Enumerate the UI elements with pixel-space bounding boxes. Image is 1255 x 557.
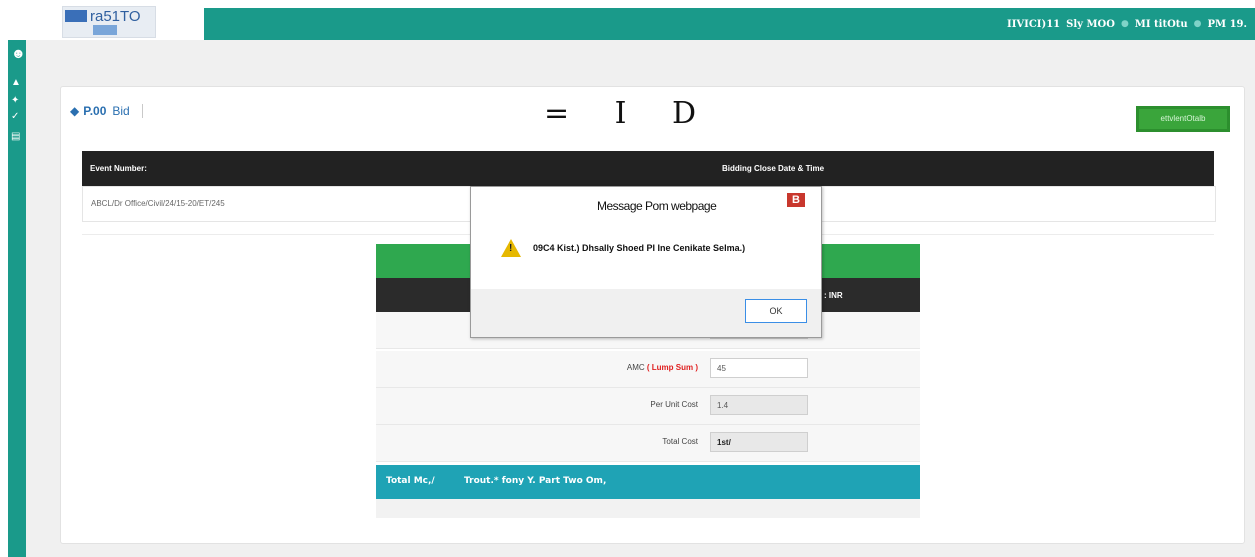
- dialog-footer: OK: [471, 289, 821, 337]
- message-dialog: Message Pom webpage B ! 09C4 Kist.) Dhsa…: [470, 186, 822, 338]
- per-unit-cost-input: 1.4: [710, 395, 808, 415]
- form-row-per-unit: Per Unit Cost 1.4: [376, 388, 920, 425]
- form-footer: [376, 499, 920, 518]
- home-icon[interactable]: ▲: [11, 78, 21, 88]
- total-summary-bar: Total Mc,/ Trout.* fony Y. Part Two Om,: [376, 465, 920, 499]
- top-nav-item[interactable]: IIVICI)11: [1007, 19, 1060, 30]
- site-logo: ra51TO: [62, 6, 156, 38]
- gavel-icon[interactable]: ✦: [11, 96, 19, 106]
- page-title-text: Bid: [112, 104, 130, 118]
- amc-label: AMC ( Lump Sum ): [627, 363, 698, 372]
- event-number-header: Event Number:: [90, 164, 147, 173]
- form-row-amc: AMC ( Lump Sum ) 45: [376, 351, 920, 388]
- user-icon[interactable]: ☻: [11, 46, 26, 60]
- total-summary-text: Trout.* fony Y. Part Two Om,: [464, 476, 607, 486]
- chart-icon[interactable]: ▤: [11, 132, 20, 142]
- event-number-value: ABCL/Dr Office/Civil/24/15-20/ET/245: [91, 199, 225, 208]
- close-date-header: Bidding Close Date & Time: [722, 164, 825, 173]
- warning-icon: !: [501, 239, 521, 257]
- top-nav-item[interactable]: PM 19.: [1208, 19, 1247, 30]
- dialog-message: 09C4 Kist.) Dhsally Shoed PI Ine Cenikat…: [533, 243, 746, 253]
- left-sidebar: ☻ ▲ ✦ ✓ ▤: [8, 40, 26, 557]
- nav-separator: ●: [1120, 19, 1129, 29]
- check-icon[interactable]: ✓: [11, 112, 19, 122]
- logo-text: ra51TO: [90, 8, 141, 25]
- amc-input[interactable]: 45: [710, 358, 808, 378]
- top-navigation-bar: IIVICI)11 Sly MOO ● MI titOtu ● PM 19.: [204, 8, 1255, 40]
- page-title-bold: P.00: [83, 104, 107, 118]
- close-icon[interactable]: B: [787, 193, 805, 207]
- action-button[interactable]: ettvlentOtalb: [1136, 106, 1230, 132]
- logo-subband: [93, 25, 117, 35]
- event-table-header: Event Number: Bidding Close Date & Time: [82, 151, 1214, 186]
- logo-mark: [65, 10, 87, 22]
- ok-button[interactable]: OK: [745, 299, 807, 323]
- total-summary-label: Total Mc,/: [386, 476, 435, 486]
- dialog-body: ! 09C4 Kist.) Dhsally Shoed PI Ine Cenik…: [471, 217, 821, 289]
- total-cost-input: 1st/: [710, 432, 808, 452]
- top-nav-links: IIVICI)11 Sly MOO ● MI titOtu ● PM 19.: [1007, 8, 1247, 40]
- page-title: ◆ P.00 Bid: [70, 104, 143, 118]
- dialog-title: Message Pom webpage: [597, 199, 717, 213]
- top-nav-item[interactable]: Sly MOO: [1066, 19, 1115, 30]
- amc-label-text: AMC: [626, 363, 645, 372]
- total-cost-label: Total Cost: [662, 437, 698, 446]
- title-divider: [141, 104, 143, 118]
- currency-label: : INR: [824, 291, 843, 300]
- form-row-total: Total Cost 1st/: [376, 425, 920, 462]
- nav-separator: ●: [1193, 19, 1202, 29]
- amc-lump-sum-label: ( Lump Sum ): [646, 363, 698, 372]
- per-unit-cost-label: Per Unit Cost: [650, 400, 698, 409]
- overlay-glyphs: = I D: [544, 96, 715, 131]
- top-nav-item[interactable]: MI titOtu: [1135, 19, 1188, 30]
- tag-icon: ◆: [70, 104, 80, 118]
